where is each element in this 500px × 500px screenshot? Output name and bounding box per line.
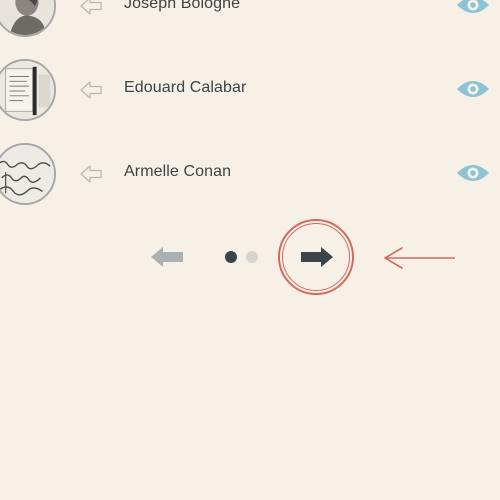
handwriting-thumbnail — [0, 145, 54, 203]
list-item[interactable]: Joseph Bologne — [0, 0, 500, 38]
eye-icon[interactable] — [456, 161, 490, 185]
pointer-arrow-icon — [382, 246, 456, 270]
page-indicator-active[interactable] — [225, 251, 237, 263]
share-arrow-icon[interactable] — [79, 0, 103, 17]
next-page-highlight — [278, 219, 354, 295]
person-name[interactable]: Edouard Calabar — [124, 79, 246, 97]
avatar[interactable] — [0, 59, 56, 121]
eye-icon[interactable] — [456, 77, 490, 101]
page-indicator[interactable] — [246, 251, 258, 263]
portrait-thumbnail — [0, 0, 54, 35]
share-arrow-icon[interactable] — [79, 163, 103, 185]
share-arrow-icon[interactable] — [79, 79, 103, 101]
person-name[interactable]: Joseph Bologne — [124, 0, 240, 13]
prev-page-button[interactable] — [150, 246, 184, 268]
avatar[interactable] — [0, 0, 56, 37]
avatar[interactable] — [0, 143, 56, 205]
list-item[interactable]: Edouard Calabar — [0, 58, 500, 122]
person-name[interactable]: Armelle Conan — [124, 163, 231, 181]
document-thumbnail — [0, 61, 54, 119]
arrow-right-icon — [301, 247, 333, 267]
next-page-button[interactable] — [300, 246, 334, 268]
eye-icon[interactable] — [456, 0, 490, 17]
list-item[interactable]: Armelle Conan — [0, 142, 500, 206]
arrow-left-icon — [151, 247, 183, 267]
